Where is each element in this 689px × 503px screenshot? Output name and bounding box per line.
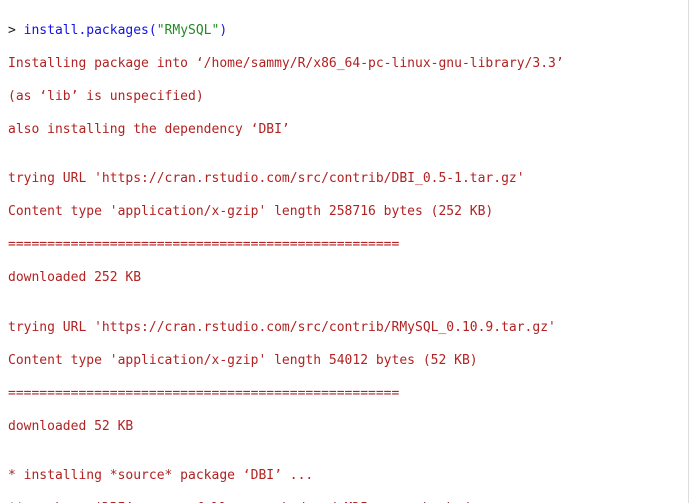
output-line: (as ‘lib’ is unspecified) bbox=[8, 89, 680, 106]
input-call-open: install.packages( bbox=[24, 23, 157, 38]
output-line: also installing the dependency ‘DBI’ bbox=[8, 122, 680, 139]
input-call-close: ) bbox=[219, 23, 227, 38]
output-line: downloaded 52 KB bbox=[8, 419, 680, 436]
output-line: * installing *source* package ‘DBI’ ... bbox=[8, 468, 680, 485]
output-line: Installing package into ‘/home/sammy/R/x… bbox=[8, 56, 680, 73]
input-arg: "RMySQL" bbox=[157, 23, 220, 38]
prompt: > bbox=[8, 23, 24, 38]
output-line: Content type 'application/x-gzip' length… bbox=[8, 204, 680, 221]
output-line: trying URL 'https://cran.rstudio.com/src… bbox=[8, 171, 680, 188]
output-line: ========================================… bbox=[8, 386, 680, 403]
output-line: ========================================… bbox=[8, 237, 680, 254]
r-console[interactable]: > install.packages("RMySQL") Installing … bbox=[0, 0, 689, 503]
console-input-line: > install.packages("RMySQL") bbox=[8, 23, 680, 40]
output-line: trying URL 'https://cran.rstudio.com/src… bbox=[8, 320, 680, 337]
output-line: downloaded 252 KB bbox=[8, 270, 680, 287]
output-line: Content type 'application/x-gzip' length… bbox=[8, 353, 680, 370]
